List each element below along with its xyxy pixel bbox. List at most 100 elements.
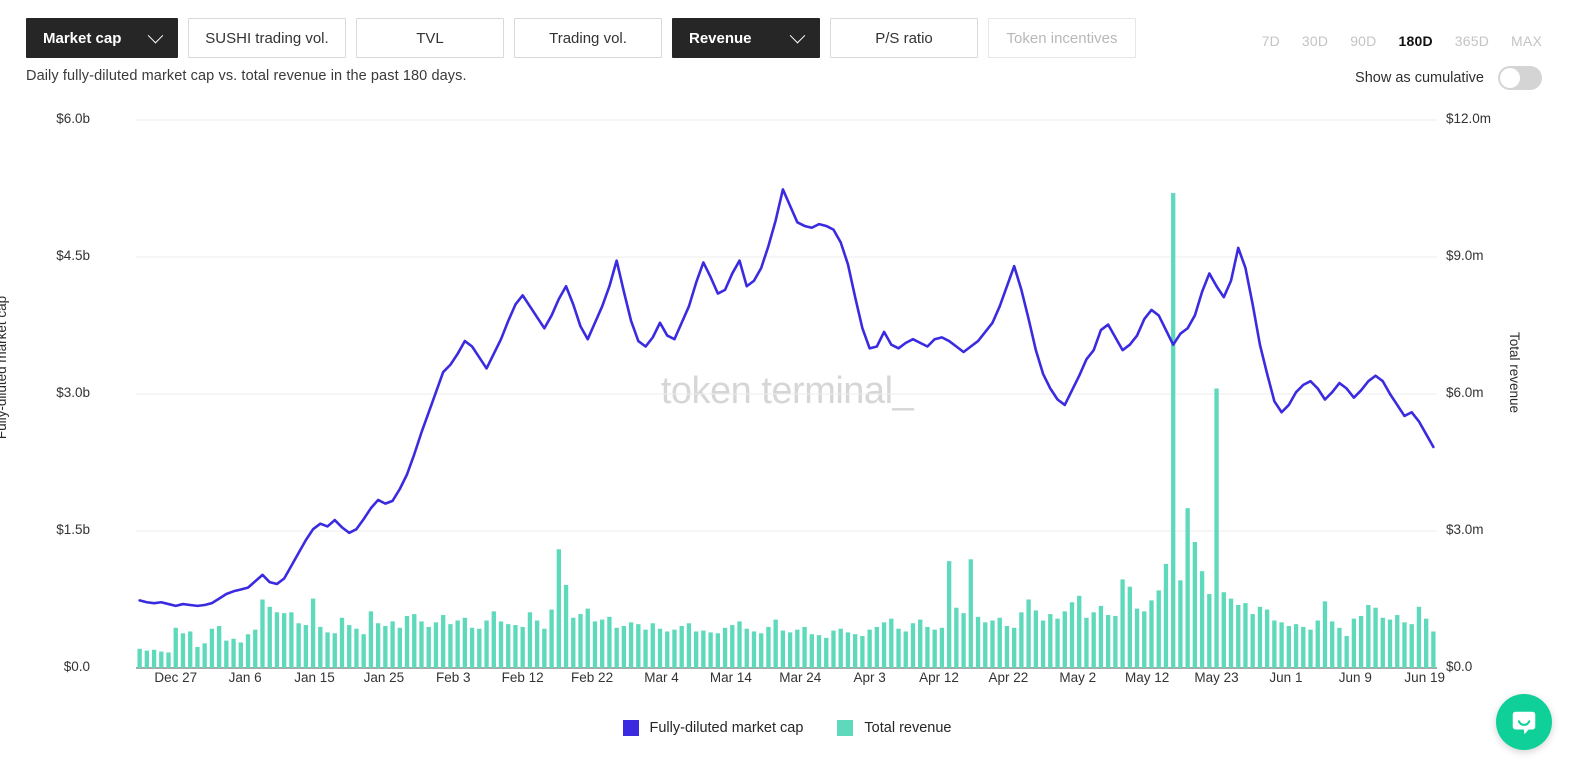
- legend-item-total-revenue[interactable]: Total revenue: [837, 720, 951, 736]
- revenue-bar: [643, 630, 647, 668]
- revenue-bar: [289, 612, 293, 668]
- revenue-bar: [990, 621, 994, 668]
- chart-area: token terminal_ Fully-diluted market cap…: [0, 100, 1574, 700]
- revenue-bar: [875, 627, 879, 668]
- metric-trading-vol[interactable]: Trading vol.: [514, 18, 662, 58]
- revenue-bar: [1142, 611, 1146, 668]
- revenue-bar: [152, 650, 156, 668]
- intercom-launcher-button[interactable]: [1496, 694, 1552, 750]
- legend-label: Total revenue: [864, 720, 951, 736]
- revenue-bar: [1337, 628, 1341, 668]
- revenue-bar: [839, 629, 843, 668]
- revenue-bar: [441, 615, 445, 668]
- cumulative-switch[interactable]: [1498, 66, 1542, 90]
- cumulative-toggle-group: Show as cumulative: [1355, 66, 1542, 90]
- metric-toolbar: Market cap SUSHI trading vol. TVL Trading v…: [26, 18, 1136, 58]
- revenue-bar: [1301, 627, 1305, 668]
- metric-ps-ratio[interactable]: P/S ratio: [830, 18, 978, 58]
- revenue-bar: [730, 625, 734, 668]
- revenue-bar: [1070, 602, 1074, 668]
- metric-revenue[interactable]: Revenue: [672, 18, 820, 58]
- revenue-bar: [593, 621, 597, 668]
- revenue-bar: [224, 641, 228, 668]
- metric-label: SUSHI trading vol.: [205, 30, 328, 47]
- revenue-bar: [282, 613, 286, 668]
- revenue-bar: [672, 630, 676, 668]
- revenue-bar: [1222, 592, 1226, 668]
- revenue-bar: [427, 627, 431, 668]
- revenue-bar: [434, 622, 438, 668]
- revenue-bar: [448, 624, 452, 668]
- metric-token-incentives: Token incentives: [988, 18, 1136, 58]
- metric-tvl[interactable]: TVL: [356, 18, 504, 58]
- revenue-bar: [983, 622, 987, 668]
- revenue-bar: [622, 626, 626, 668]
- revenue-bar: [484, 621, 488, 668]
- revenue-bar: [853, 634, 857, 668]
- revenue-bar: [506, 624, 510, 668]
- revenue-bar: [1135, 609, 1139, 668]
- revenue-bar: [492, 611, 496, 668]
- revenue-bar: [651, 623, 655, 668]
- revenue-bar: [1388, 620, 1392, 668]
- revenue-bar: [253, 630, 257, 668]
- revenue-bar: [203, 643, 207, 668]
- revenue-bar: [716, 633, 720, 668]
- revenue-bar: [1229, 599, 1233, 668]
- revenue-bar: [311, 599, 315, 668]
- chart-plot[interactable]: [0, 100, 1574, 700]
- revenue-bar: [933, 630, 937, 668]
- revenue-bar: [557, 549, 561, 668]
- revenue-bars: [137, 193, 1435, 668]
- revenue-bar: [802, 627, 806, 668]
- range-option-90d[interactable]: 90D: [1350, 33, 1376, 49]
- revenue-bar: [1272, 621, 1276, 668]
- revenue-bar: [477, 629, 481, 668]
- revenue-bar: [137, 649, 141, 668]
- range-option-180d[interactable]: 180D: [1398, 33, 1432, 49]
- revenue-bar: [535, 621, 539, 668]
- revenue-bar: [1402, 622, 1406, 668]
- revenue-bar: [1344, 636, 1348, 668]
- metric-sushi-trading-vol[interactable]: SUSHI trading vol.: [188, 18, 346, 58]
- revenue-bar: [954, 608, 958, 668]
- revenue-bar: [867, 630, 871, 668]
- chevron-down-icon: [148, 27, 164, 43]
- revenue-bar: [1352, 619, 1356, 668]
- range-option-max[interactable]: MAX: [1511, 33, 1542, 49]
- metric-label: TVL: [416, 30, 444, 47]
- revenue-bar: [549, 610, 553, 668]
- chart-subtitle: Daily fully-diluted market cap vs. total…: [26, 68, 467, 84]
- revenue-bar: [376, 623, 380, 668]
- revenue-bar: [1265, 610, 1269, 668]
- revenue-bar: [629, 622, 633, 668]
- revenue-bar: [318, 627, 322, 668]
- revenue-bar: [614, 628, 618, 668]
- revenue-bar: [694, 631, 698, 668]
- revenue-bar: [455, 621, 459, 668]
- revenue-bar: [181, 633, 185, 668]
- range-option-365d[interactable]: 365D: [1455, 33, 1489, 49]
- revenue-bar: [795, 630, 799, 668]
- revenue-bar: [239, 642, 243, 668]
- revenue-bar: [846, 632, 850, 668]
- range-option-30d[interactable]: 30D: [1302, 33, 1328, 49]
- revenue-bar: [896, 629, 900, 668]
- legend-label: Fully-diluted market cap: [650, 720, 804, 736]
- revenue-bar: [925, 627, 929, 668]
- revenue-bar: [499, 621, 503, 668]
- revenue-bar: [578, 614, 582, 668]
- legend-item-market-cap[interactable]: Fully-diluted market cap: [623, 720, 804, 736]
- revenue-bar: [1373, 608, 1377, 668]
- revenue-bar: [1417, 607, 1421, 668]
- revenue-bar: [1128, 587, 1132, 668]
- revenue-bar: [766, 627, 770, 668]
- metric-market-cap[interactable]: Market cap: [26, 18, 178, 58]
- range-option-7d[interactable]: 7D: [1262, 33, 1280, 49]
- revenue-bar: [773, 620, 777, 668]
- revenue-bar: [188, 631, 192, 668]
- revenue-bar: [1185, 508, 1189, 668]
- revenue-bar: [390, 621, 394, 668]
- metric-label: P/S ratio: [875, 30, 933, 47]
- revenue-bar: [947, 561, 951, 668]
